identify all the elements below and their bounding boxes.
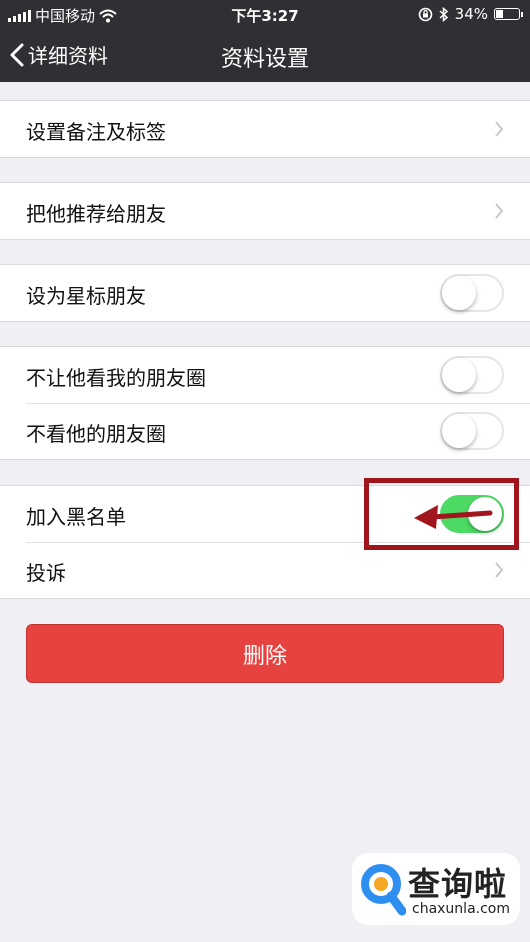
watermark-name: 查询啦 — [408, 865, 508, 903]
star-friend-row: 设为星标朋友 — [0, 265, 530, 321]
battery-percent: 34% — [454, 5, 488, 23]
bluetooth-icon — [439, 6, 448, 22]
navigation-bar: 详细资料 资料设置 — [0, 28, 530, 82]
orientation-lock-icon — [418, 7, 432, 21]
star-friend-label: 设为星标朋友 — [26, 284, 146, 308]
chevron-right-icon — [495, 203, 504, 219]
remark-tags-row[interactable]: 设置备注及标签 — [0, 101, 530, 157]
star-friend-toggle[interactable] — [440, 274, 504, 312]
recommend-friend-row[interactable]: 把他推荐给朋友 — [0, 183, 530, 239]
watermark-url: chaxunla.com — [412, 901, 510, 917]
hide-my-moments-label: 不让他看我的朋友圈 — [26, 366, 206, 390]
page-title: 资料设置 — [220, 47, 309, 72]
settings-group-moments: 不让他看我的朋友圈 不看他的朋友圈 — [0, 346, 530, 460]
report-label: 投诉 — [26, 561, 66, 585]
delete-button[interactable]: 删除 — [26, 624, 504, 683]
status-bar: 中国移动 下午3:27 34% — [0, 0, 530, 28]
settings-group-remark: 设置备注及标签 — [0, 100, 530, 158]
remark-tags-label: 设置备注及标签 — [26, 120, 166, 144]
report-row[interactable]: 投诉 — [0, 542, 530, 598]
hide-his-moments-toggle[interactable] — [440, 412, 504, 450]
battery-icon — [494, 8, 523, 20]
hide-his-moments-row: 不看他的朋友圈 — [0, 403, 530, 459]
search-logo-icon — [361, 864, 406, 916]
blacklist-label: 加入黑名单 — [26, 505, 126, 529]
hide-my-moments-row: 不让他看我的朋友圈 — [0, 347, 530, 403]
status-right: 34% — [418, 5, 523, 23]
annotation-arrow-icon — [414, 505, 493, 529]
hide-my-moments-toggle[interactable] — [440, 356, 504, 394]
chevron-right-icon — [495, 121, 504, 137]
settings-group-recommend: 把他推荐给朋友 — [0, 182, 530, 240]
recommend-friend-label: 把他推荐给朋友 — [26, 202, 166, 226]
watermark: 查询啦 chaxunla.com — [352, 853, 520, 925]
hide-his-moments-label: 不看他的朋友圈 — [26, 422, 166, 446]
chevron-right-icon — [495, 562, 504, 578]
settings-group-star: 设为星标朋友 — [0, 264, 530, 322]
